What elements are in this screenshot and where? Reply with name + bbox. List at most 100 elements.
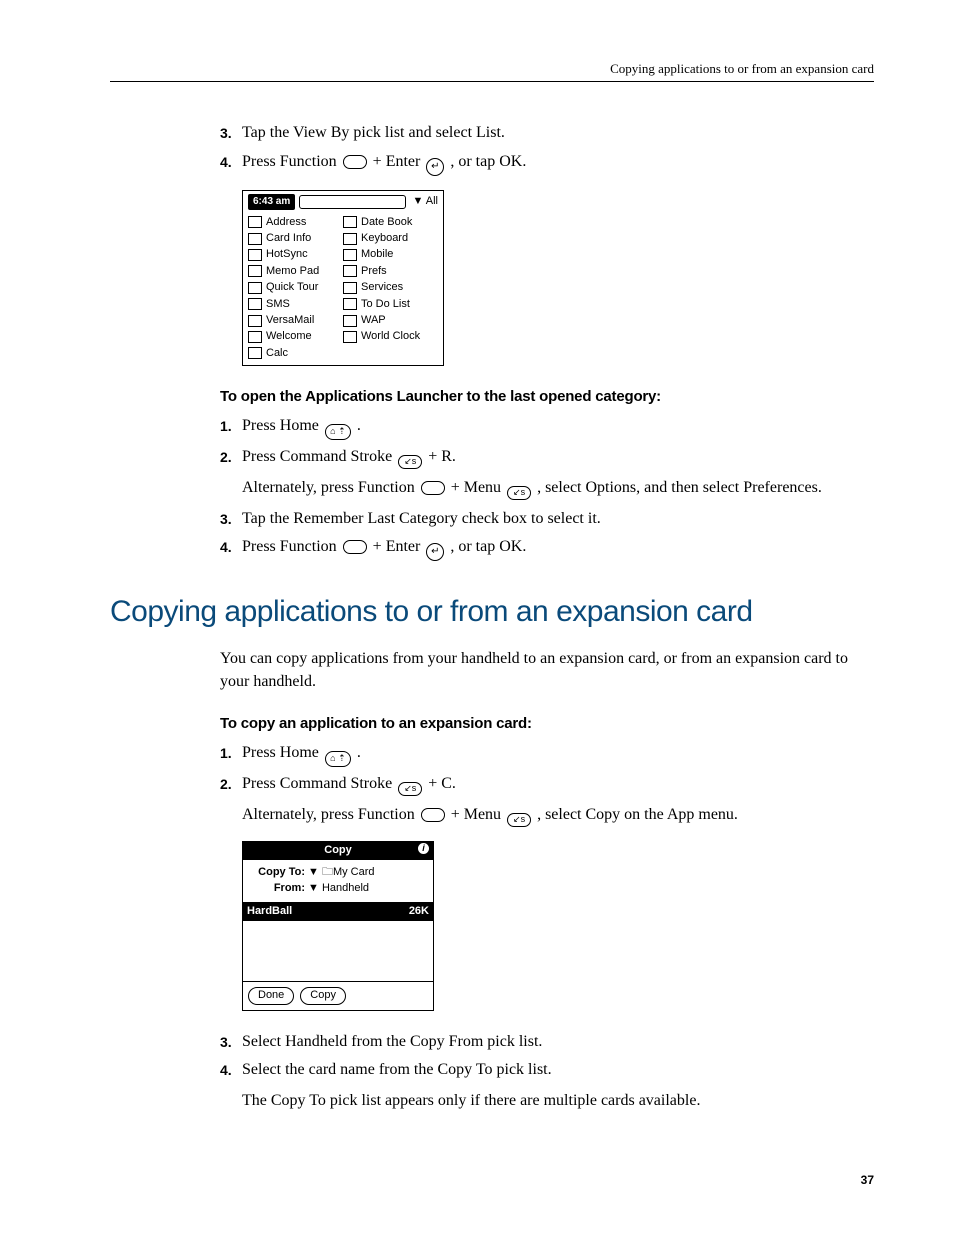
step-body: Tap the View By pick list and select Lis… bbox=[242, 122, 874, 144]
command-stroke-icon: ↙s bbox=[507, 486, 531, 500]
app-label: Prefs bbox=[361, 264, 387, 279]
launcher-app: To Do List bbox=[343, 297, 438, 312]
step-body: Select the card name from the Copy To pi… bbox=[242, 1059, 874, 1081]
app-label: SMS bbox=[266, 297, 290, 312]
app-icon bbox=[343, 216, 357, 228]
app-label: Address bbox=[266, 215, 306, 230]
copy-list-item-name: HardBall bbox=[247, 904, 292, 919]
launcher-app: HotSync bbox=[248, 247, 343, 262]
step-body: Press Command Stroke ↙s + R. bbox=[242, 446, 874, 469]
app-label: Date Book bbox=[361, 215, 412, 230]
step-number: 2. bbox=[220, 773, 242, 795]
app-icon bbox=[248, 265, 262, 277]
step-row: 3.Tap the Remember Last Category check b… bbox=[220, 508, 874, 530]
step-body: Press Function + Enter ↵ , or tap OK. bbox=[242, 536, 874, 561]
step-row: 4.Press Function + Enter ↵ , or tap OK. bbox=[220, 151, 874, 176]
app-icon bbox=[248, 331, 262, 343]
step-row: 3.Select Handheld from the Copy From pic… bbox=[220, 1031, 874, 1053]
procedure-heading-1: To open the Applications Launcher to the… bbox=[220, 386, 874, 407]
app-label: Services bbox=[361, 280, 403, 295]
launcher-app: VersaMail bbox=[248, 313, 343, 328]
app-icon bbox=[248, 282, 262, 294]
step-row: 4.Press Function + Enter ↵ , or tap OK. bbox=[220, 536, 874, 561]
info-icon: i bbox=[418, 843, 429, 854]
from-label: From: bbox=[249, 881, 308, 896]
copy-button: Copy bbox=[300, 987, 346, 1004]
app-label: Keyboard bbox=[361, 231, 408, 246]
app-icon bbox=[343, 315, 357, 327]
copy-dialog-title: Copy bbox=[324, 844, 352, 856]
launcher-app: Mobile bbox=[343, 247, 438, 262]
alt-paragraph-2: Alternately, press Function + Menu ↙s , … bbox=[242, 804, 874, 827]
home-key-icon: ⌂ ⇡ bbox=[325, 424, 351, 440]
launcher-time: 6:43 am bbox=[248, 194, 295, 210]
launcher-app: Date Book bbox=[343, 215, 438, 230]
function-key-icon bbox=[421, 481, 445, 495]
step-body: Press Home ⌂ ⇡ . bbox=[242, 415, 874, 440]
launcher-app: Welcome bbox=[248, 329, 343, 344]
command-stroke-icon: ↙s bbox=[398, 782, 422, 796]
copy-to-label: Copy To: bbox=[249, 865, 308, 880]
done-button: Done bbox=[248, 987, 294, 1004]
app-icon bbox=[248, 249, 262, 261]
step-number: 3. bbox=[220, 508, 242, 530]
launcher-app: Keyboard bbox=[343, 231, 438, 246]
from-value: ▼ Handheld bbox=[308, 881, 369, 896]
copy-list-item-size: 26K bbox=[409, 904, 429, 919]
launcher-tab bbox=[299, 195, 406, 209]
app-label: Card Info bbox=[266, 231, 311, 246]
app-icon bbox=[248, 315, 262, 327]
function-key-icon bbox=[343, 540, 367, 554]
step-number: 3. bbox=[220, 122, 242, 144]
launcher-app: SMS bbox=[248, 297, 343, 312]
section-heading: Copying applications to or from an expan… bbox=[110, 591, 874, 633]
app-label: HotSync bbox=[266, 247, 308, 262]
step-body: Press Home ⌂ ⇡ . bbox=[242, 742, 874, 767]
app-label: Quick Tour bbox=[266, 280, 318, 295]
launcher-app: Memo Pad bbox=[248, 264, 343, 279]
launcher-app: Prefs bbox=[343, 264, 438, 279]
app-label: Welcome bbox=[266, 329, 312, 344]
app-icon bbox=[248, 233, 262, 245]
app-icon bbox=[343, 265, 357, 277]
app-icon bbox=[248, 298, 262, 310]
app-label: Calc bbox=[266, 346, 288, 361]
step-number: 2. bbox=[220, 446, 242, 468]
step-row: 2.Press Command Stroke ↙s + R. bbox=[220, 446, 874, 469]
procedure-heading-2: To copy an application to an expansion c… bbox=[220, 713, 874, 734]
home-key-icon: ⌂ ⇡ bbox=[325, 751, 351, 767]
launcher-app: Address bbox=[248, 215, 343, 230]
step-number: 4. bbox=[220, 536, 242, 558]
step-row: 3.Tap the View By pick list and select L… bbox=[220, 122, 874, 144]
step-body: Select Handheld from the Copy From pick … bbox=[242, 1031, 874, 1053]
app-label: To Do List bbox=[361, 297, 410, 312]
launcher-app: Quick Tour bbox=[248, 280, 343, 295]
copy-to-value: ▼ 🗀My Card bbox=[308, 865, 375, 880]
step-row: 4.Select the card name from the Copy To … bbox=[220, 1059, 874, 1081]
copy-dialog-screenshot: Copy i Copy To: ▼ 🗀My Card From: ▼ Handh… bbox=[242, 841, 434, 1011]
launcher-app: WAP bbox=[343, 313, 438, 328]
tail-paragraph: The Copy To pick list appears only if th… bbox=[242, 1090, 874, 1112]
step-row: 1.Press Home ⌂ ⇡ . bbox=[220, 415, 874, 440]
app-icon bbox=[248, 347, 262, 359]
function-key-icon bbox=[343, 155, 367, 169]
app-icon bbox=[343, 249, 357, 261]
step-row: 1.Press Home ⌂ ⇡ . bbox=[220, 742, 874, 767]
enter-key-icon: ↵ bbox=[426, 543, 444, 561]
enter-key-icon: ↵ bbox=[426, 158, 444, 176]
launcher-category-picker: ▼ All bbox=[412, 194, 438, 209]
launcher-app: Calc bbox=[248, 346, 343, 361]
function-key-icon bbox=[421, 808, 445, 822]
step-number: 4. bbox=[220, 1059, 242, 1081]
app-label: World Clock bbox=[361, 329, 420, 344]
app-label: Mobile bbox=[361, 247, 393, 262]
launcher-app: Card Info bbox=[248, 231, 343, 246]
launcher-app: Services bbox=[343, 280, 438, 295]
running-header: Copying applications to or from an expan… bbox=[110, 60, 874, 78]
app-icon bbox=[343, 233, 357, 245]
header-rule bbox=[110, 81, 874, 82]
app-label: WAP bbox=[361, 313, 386, 328]
app-label: Memo Pad bbox=[266, 264, 319, 279]
launcher-app: World Clock bbox=[343, 329, 438, 344]
step-number: 1. bbox=[220, 415, 242, 437]
